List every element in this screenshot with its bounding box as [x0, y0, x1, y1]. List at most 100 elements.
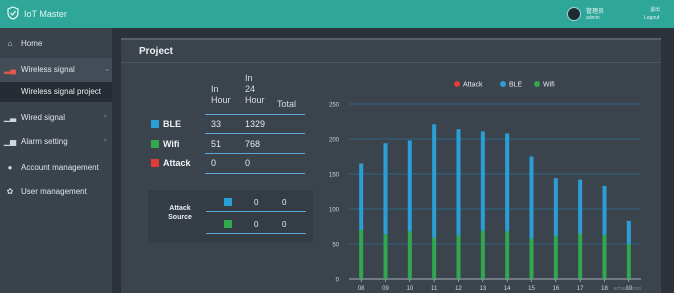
header-in-hour: In Hour [211, 84, 231, 105]
hourly-traffic-chart: 05010015020025008 09 10 11 12 13 14 15 16 17 18 19A… [329, 81, 641, 292]
sidebar: ⌂ Home ▂▄ Wireless signal ⌄ Wireless sig… [0, 28, 112, 293]
bar-wifi [407, 231, 412, 279]
bar-wifi [456, 235, 461, 279]
attack-source-wifi-swatch [224, 220, 232, 228]
x-tick-label: 10 [406, 286, 413, 292]
row-underline [205, 153, 305, 154]
legend-label: Wifi [543, 82, 555, 89]
bar-wifi [602, 234, 607, 279]
y-tick-label: 50 [332, 243, 339, 249]
sidebar-item-label: Account management [21, 163, 99, 172]
sidebar-item-label: Wireless signal [21, 65, 75, 74]
bar-ble [359, 163, 364, 230]
row-underline [206, 211, 306, 212]
y-tick-label: 0 [336, 278, 340, 284]
chevron-down-icon: ⌄ [104, 66, 110, 73]
ble-hour-value: 33 [211, 119, 222, 129]
sidebar-subitem-wireless-signal-project[interactable]: Wireless signal project [0, 82, 112, 102]
sidebar-item-user-management[interactable]: ✿ User management [0, 180, 112, 204]
sidebar-item-wireless-signal[interactable]: ▂▄ Wireless signal ⌄ [0, 58, 112, 82]
bar-wifi [432, 237, 437, 279]
bar-wifi [480, 230, 485, 279]
x-tick-label: 14 [504, 286, 511, 292]
top-bar: IoT Master 管理员 admin 退出 Logout [0, 0, 674, 28]
logout-link[interactable]: Logout [644, 15, 659, 21]
app-title: IoT Master [24, 9, 67, 19]
bar-ble [529, 156, 534, 239]
bar-wifi [578, 233, 583, 279]
y-tick-label: 100 [329, 208, 340, 214]
bar-ble [553, 178, 558, 237]
legend-marker [534, 81, 540, 87]
bar-ble [383, 143, 388, 235]
row-label-attack: Attack [163, 158, 191, 168]
user-role: admin [586, 15, 600, 21]
sidebar-item-wired-signal[interactable]: ▁▃ Wired signal › [0, 106, 112, 130]
bar-ble [505, 133, 510, 232]
attack-day-value: 0 [245, 158, 251, 168]
sidebar-item-alarm-setting[interactable]: ▁▅ Alarm setting › [0, 130, 112, 154]
attack-source-wifi-a: 0 [254, 220, 259, 229]
wifi-hour-value: 51 [211, 139, 222, 149]
bar-wifi [505, 231, 510, 279]
attack-source-box: Attack Source 0 0 0 0 [148, 190, 313, 243]
x-tick-label: 17 [577, 286, 584, 292]
bar-ble [626, 220, 631, 244]
chevron-right-icon: › [104, 137, 107, 144]
row-underline [206, 233, 306, 234]
x-tick-label: 13 [479, 286, 486, 292]
logo-icon [7, 6, 19, 20]
attack-source-ble-swatch [224, 198, 232, 206]
bar-wifi [553, 236, 558, 279]
bar-wifi [529, 238, 534, 279]
sidebar-subitem-label: Wireless signal project [21, 87, 102, 96]
ble-swatch [151, 120, 159, 128]
avatar[interactable] [567, 7, 581, 21]
x-tick-label: 09 [382, 286, 389, 292]
bar-wifi [359, 230, 364, 279]
project-panel: Project In Hour In 24 Hour Total BLE 33 … [121, 38, 661, 293]
x-tick-label: 18 [601, 286, 608, 292]
account-icon: ● [7, 162, 13, 172]
bar-ble [578, 179, 583, 234]
alarm-icon: ▁▅ [3, 136, 17, 146]
sidebar-item-account-management[interactable]: ● Account management [0, 156, 112, 180]
home-icon: ⌂ [7, 38, 13, 48]
header-total: Total [277, 99, 297, 109]
panel-title: Project [139, 46, 173, 57]
sidebar-item-label: Home [21, 39, 43, 48]
panel-divider [121, 62, 661, 63]
x-tick-label: 16 [552, 286, 559, 292]
header-in-24-hour: In 24 Hour [245, 73, 265, 105]
exit-link[interactable]: 退出 [650, 6, 660, 13]
bar-wifi [626, 244, 631, 279]
bar-ble [456, 129, 461, 236]
row-underline [205, 133, 305, 134]
y-tick-label: 250 [329, 103, 340, 109]
bar-ble [432, 124, 437, 238]
attack-source-ble-b: 0 [282, 198, 287, 207]
attack-swatch [151, 159, 159, 167]
wifi-day-value: 768 [245, 139, 261, 149]
attack-source-ble-a: 0 [254, 198, 259, 207]
y-tick-label: 150 [329, 173, 340, 179]
user-icon: ✿ [6, 186, 14, 196]
x-tick-label: 15 [528, 286, 535, 292]
ble-day-value: 1329 [245, 119, 266, 129]
row-underline [205, 173, 305, 174]
bar-ble [407, 140, 412, 232]
user-name: 管理员 [586, 9, 605, 15]
chart-watermark: echarts.com [614, 286, 641, 292]
legend-label: BLE [509, 82, 523, 89]
x-tick-label: 12 [455, 286, 462, 292]
bar-ble [602, 185, 607, 235]
sidebar-item-home[interactable]: ⌂ Home [0, 32, 112, 56]
chevron-right-icon: › [104, 113, 107, 120]
wifi-swatch [151, 140, 159, 148]
y-tick-label: 200 [329, 138, 340, 144]
bar-ble [480, 131, 485, 231]
bar-wifi [383, 234, 388, 279]
wired-icon: ▁▃ [3, 112, 17, 122]
sidebar-item-label: User management [21, 187, 87, 196]
row-label-ble: BLE [163, 119, 181, 129]
